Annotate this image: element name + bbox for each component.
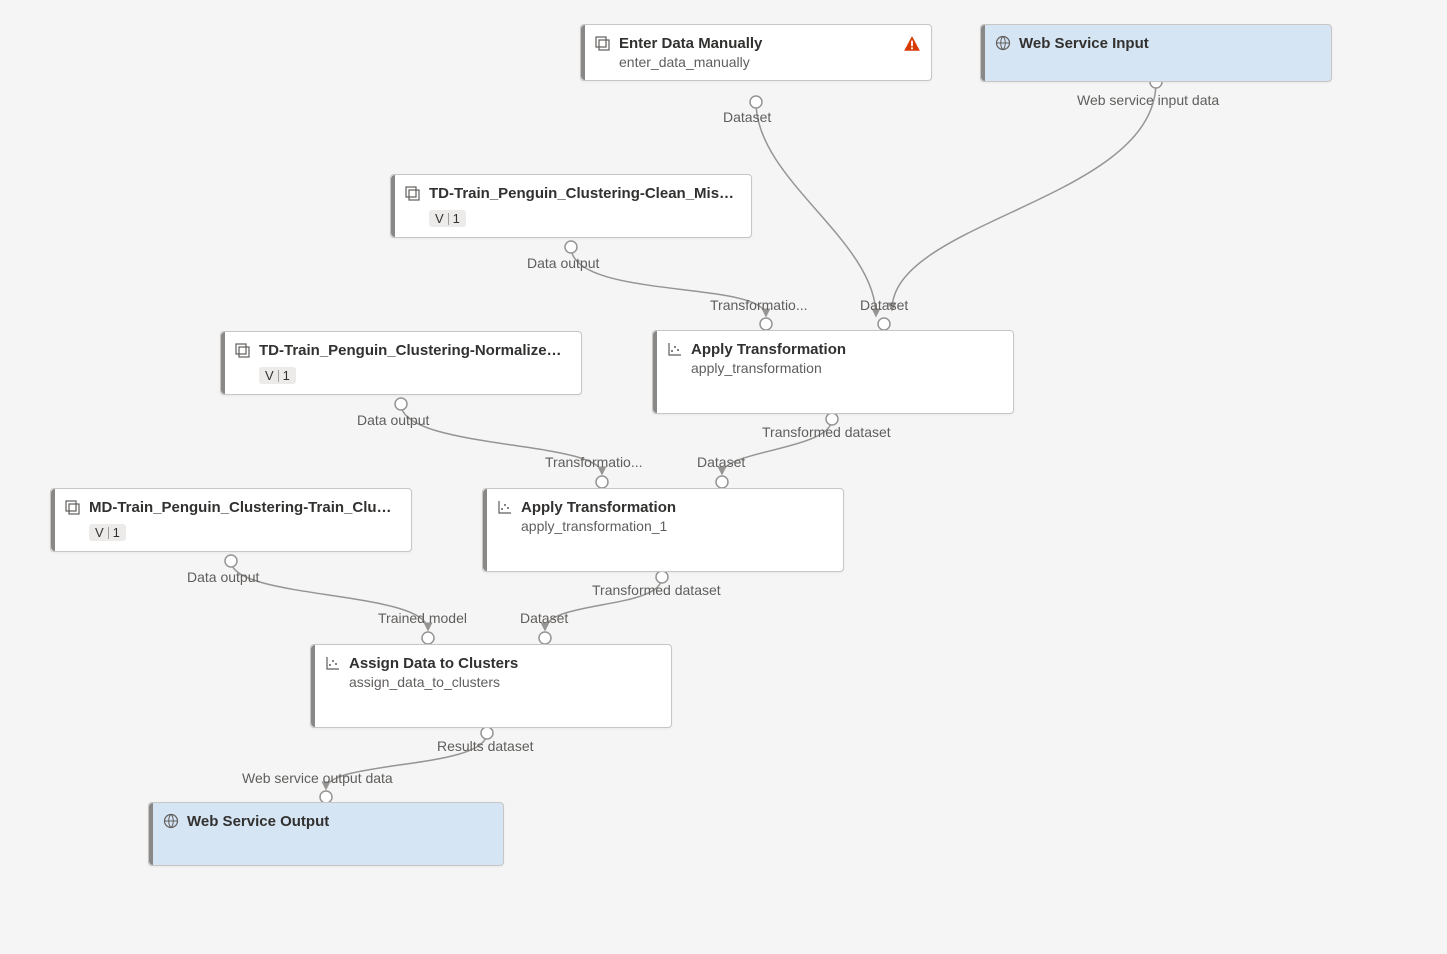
node-title: Apply Transformation [691, 341, 999, 358]
node-apply-transformation-2[interactable]: Apply Transformation apply_transformatio… [482, 488, 844, 572]
port-label-web-input: Web service input data [1077, 92, 1219, 108]
port-label-transformation-2: Transformatio... [545, 454, 643, 470]
node-title: TD-Train_Penguin_Clustering-Clean_Miss..… [429, 185, 737, 202]
dataset-icon [235, 342, 251, 358]
port-label-web-output: Web service output data [242, 770, 393, 786]
version-letter: V [435, 211, 444, 226]
node-assign-clusters[interactable]: Assign Data to Clusters assign_data_to_c… [310, 644, 672, 728]
version-number: 1 [113, 525, 120, 540]
node-apply-transformation-1[interactable]: Apply Transformation apply_transformatio… [652, 330, 1014, 414]
node-train-cluster[interactable]: MD-Train_Penguin_Clustering-Train_Clus..… [50, 488, 412, 552]
globe-icon [163, 813, 179, 829]
node-subtitle: apply_transformation [691, 360, 999, 376]
scatter-icon [497, 499, 513, 515]
node-normalize[interactable]: TD-Train_Penguin_Clustering-Normalize_..… [220, 331, 582, 395]
data-icon [595, 35, 611, 51]
port-label-transformation-1: Transformatio... [710, 297, 808, 313]
version-letter: V [95, 525, 104, 540]
scatter-icon [667, 341, 683, 357]
node-title: Web Service Output [187, 813, 489, 830]
port-label-data-output-1: Data output [527, 255, 599, 271]
warning-icon [903, 35, 921, 56]
version-number: 1 [283, 368, 290, 383]
port-label-trained-model: Trained model [378, 610, 467, 626]
node-web-service-input[interactable]: Web Service Input [980, 24, 1332, 82]
node-title: Enter Data Manually [619, 35, 917, 52]
port-label-data-output-2: Data output [357, 412, 429, 428]
version-letter: V [265, 368, 274, 383]
port-label-dataset: Dataset [723, 109, 771, 125]
node-subtitle: assign_data_to_clusters [349, 674, 657, 690]
port-label-dataset-1: Dataset [860, 297, 908, 313]
port-label-dataset-3: Dataset [520, 610, 568, 626]
node-title: MD-Train_Penguin_Clustering-Train_Clus..… [89, 499, 397, 516]
globe-icon [995, 35, 1011, 51]
node-title: Web Service Input [1019, 35, 1317, 52]
version-badge: V 1 [429, 210, 466, 227]
port-label-transformed-2: Transformed dataset [592, 582, 721, 598]
dataset-icon [405, 185, 421, 201]
version-badge: V 1 [89, 524, 126, 541]
port-label-data-output-3: Data output [187, 569, 259, 585]
version-badge: V 1 [259, 367, 296, 384]
node-title: Assign Data to Clusters [349, 655, 657, 672]
version-number: 1 [453, 211, 460, 226]
port-label-dataset-2: Dataset [697, 454, 745, 470]
dataset-icon [65, 499, 81, 515]
node-enter-data-manually[interactable]: Enter Data Manually enter_data_manually [580, 24, 932, 81]
scatter-icon [325, 655, 341, 671]
node-subtitle: enter_data_manually [619, 54, 917, 70]
port-label-transformed-1: Transformed dataset [762, 424, 891, 440]
node-subtitle: apply_transformation_1 [521, 518, 829, 534]
node-web-service-output[interactable]: Web Service Output [148, 802, 504, 866]
node-title: Apply Transformation [521, 499, 829, 516]
node-clean-missing[interactable]: TD-Train_Penguin_Clustering-Clean_Miss..… [390, 174, 752, 238]
port-label-results: Results dataset [437, 738, 534, 754]
node-title: TD-Train_Penguin_Clustering-Normalize_..… [259, 342, 567, 359]
